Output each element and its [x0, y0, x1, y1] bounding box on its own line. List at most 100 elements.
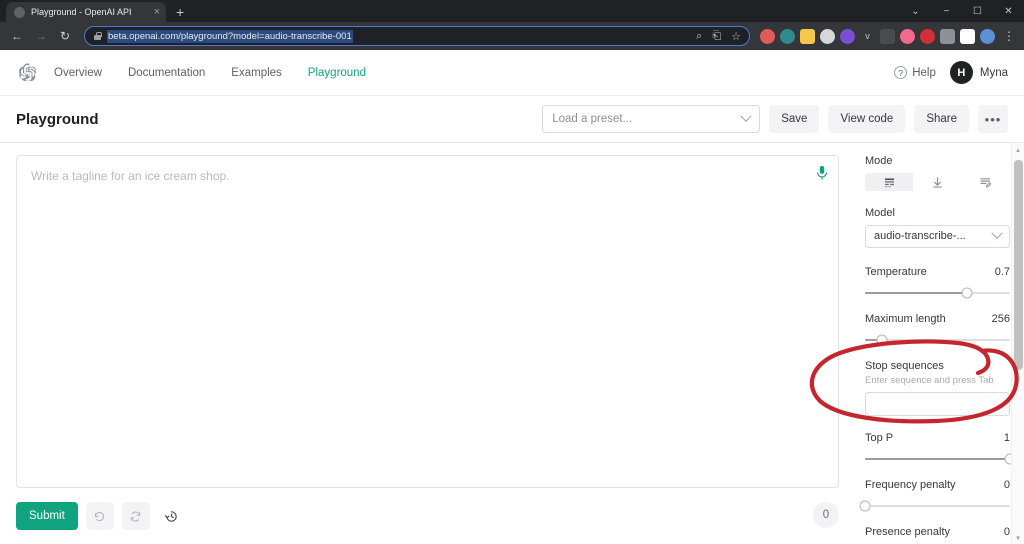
site-nav: Overview Documentation Examples Playgrou… — [54, 67, 366, 79]
close-window-button[interactable]: ✕ — [993, 0, 1024, 22]
share-button[interactable]: Share — [914, 105, 969, 133]
phone-extension-icon[interactable] — [880, 28, 895, 44]
close-icon[interactable]: × — [154, 6, 160, 18]
openai-logo — [19, 62, 36, 81]
slider-fill — [865, 292, 967, 295]
scroll-up-arrow-icon[interactable]: ▴ — [1012, 143, 1024, 156]
url-text: beta.openai.com/playground?model=audio-t… — [107, 29, 353, 43]
sub-header-actions: Load a preset... Save View code Share ••… — [542, 105, 1008, 133]
preset-placeholder: Load a preset... — [552, 113, 633, 125]
stop-sequences-input[interactable] — [865, 391, 1010, 416]
scrollbar-thumb[interactable] — [1013, 160, 1023, 370]
sidebar-extension-icon[interactable] — [960, 28, 975, 44]
new-tab-button[interactable]: + — [176, 5, 184, 19]
globe-extension-icon[interactable] — [780, 28, 795, 44]
browser-tab[interactable]: Playground - OpenAI API × — [6, 2, 166, 22]
slider-fill — [865, 458, 1010, 461]
slider-track — [865, 453, 1016, 465]
microphone-icon[interactable] — [815, 165, 829, 181]
presence-penalty-label: Presence penalty — [865, 525, 950, 538]
v-extension-icon[interactable]: v — [860, 29, 875, 44]
model-label: Model — [865, 207, 895, 220]
browser-window: Playground - OpenAI API × + ⌄ − ☐ ✕ ← → … — [0, 0, 1024, 544]
bookmark-star-icon[interactable]: ☆ — [731, 30, 741, 43]
slider-thumb[interactable] — [859, 500, 871, 512]
stop-sequences-hint: Enter sequence and press Tab — [865, 374, 994, 386]
purple-extension-icon[interactable] — [840, 28, 855, 44]
mode-label: Mode — [865, 155, 893, 167]
nav-link-overview[interactable]: Overview — [54, 67, 102, 79]
token-count-badge: 0 — [813, 502, 839, 528]
preset-dropdown[interactable]: Load a preset... — [542, 105, 761, 133]
frequency-penalty-label: Frequency penalty — [865, 478, 956, 491]
complete-icon — [884, 178, 894, 187]
insert-mode-tab[interactable] — [913, 173, 961, 191]
user-menu[interactable]: H Myna — [949, 61, 1008, 84]
more-options-button[interactable]: ••• — [978, 105, 1008, 133]
save-button[interactable]: Save — [769, 105, 820, 133]
lock-icon — [93, 32, 102, 41]
scrollbar-track[interactable] — [1012, 156, 1024, 531]
prompt-toolbar: Submit 0 — [16, 488, 839, 544]
playground-body: Write a tagline for an ice cream shop. S… — [0, 143, 1024, 544]
reload-icon[interactable]: ↻ — [54, 25, 76, 47]
frequency-penalty-row: Frequency penalty 0 — [865, 479, 1010, 497]
tab-strip: Playground - OpenAI API × + ⌄ − ☐ ✕ — [0, 0, 1024, 22]
profile-extension-icon[interactable] — [980, 28, 995, 44]
scroll-down-arrow-icon[interactable]: ▾ — [1012, 531, 1024, 544]
maximum-length-value: 256 — [991, 312, 1010, 325]
forward-icon[interactable]: → — [30, 25, 52, 47]
top-p-value: 1 — [1003, 431, 1010, 444]
shield-extension-icon[interactable] — [760, 28, 775, 44]
header-right: ? Help H Myna — [894, 61, 1008, 84]
history-clock-icon[interactable] — [158, 502, 186, 530]
complete-mode-tab[interactable] — [865, 173, 914, 192]
pink-extension-icon[interactable] — [900, 28, 915, 44]
top-p-row: Top P 1 — [865, 432, 1010, 450]
avatar: H — [949, 61, 973, 84]
red-extension-icon[interactable] — [920, 28, 935, 44]
top-p-slider[interactable] — [865, 453, 1016, 465]
submit-button[interactable]: Submit — [16, 502, 78, 530]
nav-link-examples[interactable]: Examples — [231, 67, 282, 79]
window-controls: ⌄ − ☐ ✕ — [900, 0, 1024, 22]
page-content: Overview Documentation Examples Playgrou… — [0, 50, 1024, 544]
search-icon[interactable]: ⌕ — [696, 30, 702, 43]
edit-mode-tab[interactable] — [962, 173, 1010, 191]
slider-track — [865, 287, 1010, 299]
notes-extension-icon[interactable] — [800, 28, 815, 44]
address-bar[interactable]: beta.openai.com/playground?model=audio-t… — [84, 26, 750, 46]
frequency-penalty-value: 0 — [1003, 478, 1010, 491]
insert-down-arrow-icon — [933, 177, 942, 188]
maximum-length-slider[interactable] — [865, 334, 1010, 346]
grey-extension-icon[interactable] — [820, 28, 835, 44]
user-name: Myna — [979, 66, 1008, 79]
nav-link-playground[interactable]: Playground — [308, 67, 366, 79]
share-icon[interactable]: ⎗ — [712, 30, 721, 43]
undo-arrow-icon[interactable] — [85, 502, 114, 530]
presence-penalty-row: Presence penalty 0 — [865, 526, 1010, 544]
view-code-button[interactable]: View code — [828, 105, 906, 133]
nav-link-documentation[interactable]: Documentation — [128, 67, 205, 79]
puzzle-extension-icon[interactable] — [940, 28, 955, 44]
temperature-slider[interactable] — [865, 287, 1010, 299]
frequency-penalty-slider[interactable] — [859, 500, 1010, 512]
page-scrollbar[interactable]: ▴ ▾ — [1011, 143, 1024, 544]
prompt-textarea[interactable]: Write a tagline for an ice cream shop. — [16, 155, 839, 488]
slider-thumb[interactable] — [961, 287, 972, 299]
chevron-down-icon[interactable]: ⌄ — [900, 0, 931, 22]
browser-menu-icon[interactable]: ⋮ — [1000, 30, 1018, 42]
chevron-down-icon — [991, 227, 1003, 240]
maximize-button[interactable]: ☐ — [962, 0, 993, 22]
minimize-button[interactable]: − — [931, 0, 962, 22]
model-dropdown[interactable]: audio-transcribe-... — [865, 225, 1010, 248]
extension-tray: v ⋮ — [756, 28, 1018, 44]
slider-track — [859, 500, 1010, 512]
sub-header: Playground Load a preset... Save View co… — [0, 96, 1024, 143]
regenerate-icon[interactable] — [121, 502, 150, 530]
omnibox-actions: ⌕ ⎗ ☆ — [696, 30, 741, 43]
back-icon[interactable]: ← — [6, 25, 28, 47]
prompt-placeholder: Write a tagline for an ice cream shop. — [31, 169, 230, 183]
slider-thumb[interactable] — [876, 334, 888, 346]
help-button[interactable]: ? Help — [894, 66, 936, 79]
